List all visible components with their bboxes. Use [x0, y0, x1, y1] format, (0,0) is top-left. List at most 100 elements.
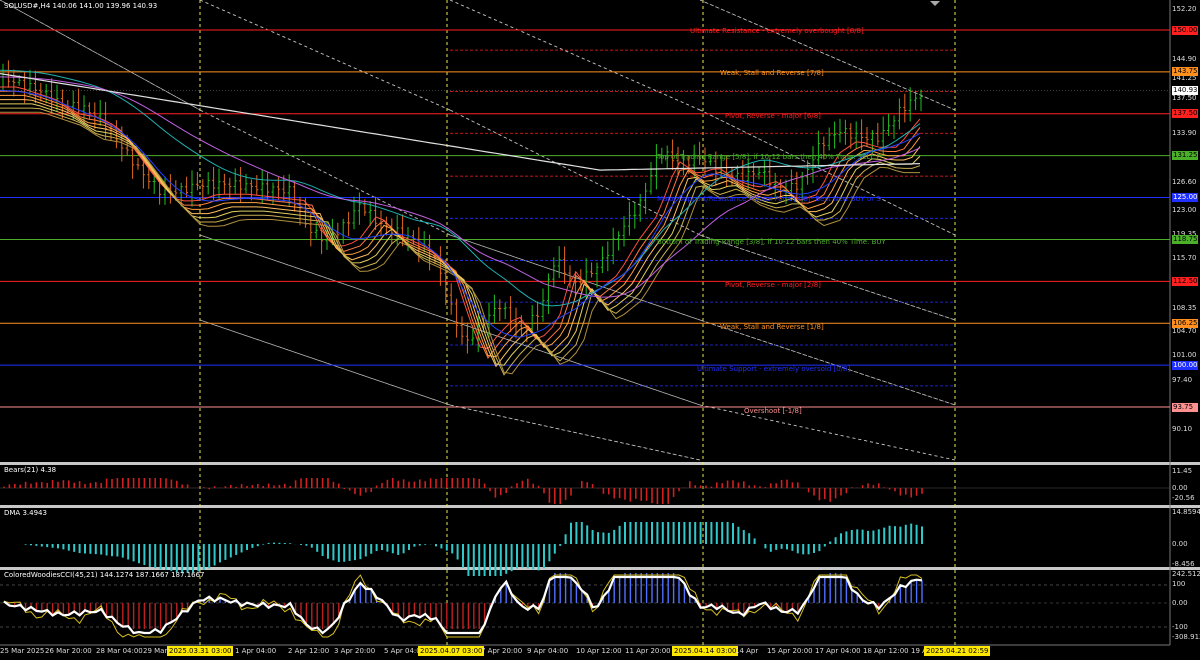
- candle: [843, 119, 847, 145]
- cci-axis-label: -308.913: [1172, 633, 1200, 641]
- murrey-level-label: Pivot, Reverse - major [2/8]: [725, 281, 821, 289]
- candle: [546, 273, 550, 315]
- price-level-tag: 140.93: [1172, 86, 1198, 96]
- candle: [93, 102, 97, 129]
- candle: [622, 216, 626, 247]
- murrey-grid-line: [449, 0, 701, 111]
- candle: [530, 305, 534, 334]
- pane-separator[interactable]: [0, 462, 1200, 465]
- murrey-level-label: Pivot, Reverse - major [6/8]: [725, 112, 821, 120]
- candle: [114, 120, 118, 149]
- murrey-level-label: Major Support/Resistance Pivotal Point […: [657, 195, 881, 203]
- ma-ribbon-line: [0, 94, 921, 358]
- candle: [876, 122, 880, 146]
- candle: [465, 322, 469, 354]
- price-level-tag: 93.75: [1172, 402, 1198, 412]
- time-tick-label: 11 Apr 20:00: [625, 647, 671, 655]
- candle: [492, 294, 496, 324]
- murrey-level-label: Bottom of Trading Range [3/8], if 10-12 …: [657, 238, 886, 246]
- cci-axis-label: 242.5128: [1172, 570, 1200, 578]
- candle: [163, 176, 167, 205]
- cci-axis-label: 100: [1172, 580, 1186, 588]
- price-level-tag: 112.50: [1172, 276, 1198, 286]
- time-tick-label: 2025.04.07 03:00: [418, 646, 485, 656]
- candle: [644, 182, 648, 215]
- price-level-tag: 150.00: [1172, 25, 1198, 35]
- murrey-grid-line: [699, 404, 956, 461]
- time-tick-label: 3 Apr 20:00: [334, 647, 376, 655]
- time-tick-label: 25 Mar 2025: [0, 647, 45, 655]
- candle: [195, 171, 199, 191]
- time-tick-label: 18 Apr 12:00: [863, 647, 909, 655]
- murrey-grid-line: [699, 404, 956, 461]
- candle: [552, 257, 556, 288]
- pane-separator[interactable]: [0, 505, 1200, 508]
- candle: [595, 262, 599, 288]
- candle: [919, 89, 923, 112]
- chart-header: SOLUSD#,H4 140.06 141.00 139.96 140.93: [4, 2, 158, 10]
- candle: [563, 246, 567, 284]
- ma-blue-line: [0, 89, 921, 338]
- candle: [23, 71, 27, 104]
- chart-shift-marker[interactable]: [930, 1, 940, 6]
- candle: [887, 113, 891, 137]
- candle: [460, 316, 464, 345]
- candle: [892, 115, 896, 140]
- candle: [390, 218, 394, 244]
- murrey-grid-line: [199, 0, 451, 111]
- candle: [600, 246, 604, 274]
- ma-ribbon-line: [0, 86, 921, 349]
- murrey-grid-line: [199, 0, 451, 111]
- time-tick-label: 9 Apr 04:00: [527, 647, 569, 655]
- candle: [222, 173, 226, 195]
- candle: [509, 296, 513, 332]
- candle: [374, 196, 378, 230]
- price-level-tag: 100.00: [1172, 360, 1198, 370]
- price-level-tag: 131.25: [1172, 151, 1198, 161]
- price-level-tag: 143.75: [1172, 67, 1198, 77]
- candle: [44, 84, 48, 104]
- cci-indicator-label: ColoredWoodiesCCI(45,21) 144.1274 187.16…: [4, 571, 205, 579]
- candle: [833, 121, 837, 149]
- murrey-grid-line: [449, 0, 701, 111]
- murrey-level-label: Weak, Stall and Reverse [7/8]: [720, 69, 824, 77]
- pane-separator[interactable]: [0, 567, 1200, 570]
- candle: [260, 169, 264, 204]
- candle: [762, 159, 766, 187]
- cci-axis-label: 0.00: [1172, 599, 1188, 607]
- ma-ribbon-line: [0, 90, 921, 359]
- price-tick-label: 101.00: [1172, 351, 1197, 359]
- price-tick-label: 108.35: [1172, 304, 1197, 312]
- candle: [6, 60, 10, 88]
- candle: [903, 93, 907, 123]
- time-tick-label: 28 Mar 04:00: [96, 647, 143, 655]
- time-tick-label: 17 Apr 04:00: [815, 647, 861, 655]
- price-tick-label: 104.70: [1172, 327, 1197, 335]
- candle: [498, 299, 502, 322]
- bears-axis-label: 0.00: [1172, 484, 1188, 492]
- dma-axis-label: 14.8594: [1172, 508, 1200, 516]
- price-level-tag: 137.50: [1172, 109, 1198, 119]
- candle: [55, 84, 59, 111]
- bears-axis-label: -20.56: [1172, 494, 1195, 502]
- candle: [201, 179, 205, 200]
- price-tick-label: 115.70: [1172, 254, 1197, 262]
- dma-axis-label: 0.00: [1172, 540, 1188, 548]
- price-chart[interactable]: [0, 0, 1200, 660]
- candle: [39, 82, 43, 102]
- candle: [449, 283, 453, 315]
- murrey-level-label: Top of Trading Range [5/8], if 10-12 bar…: [657, 153, 881, 161]
- bears-axis-label: 11.45: [1172, 467, 1193, 475]
- price-level-tag: 125.00: [1172, 193, 1198, 203]
- candle: [87, 102, 91, 120]
- candle: [860, 119, 864, 151]
- time-tick-label: 2025.03.31 03:00: [167, 646, 234, 656]
- candle: [228, 177, 232, 200]
- candle: [908, 87, 912, 122]
- time-tick-label: 26 Mar 20:00: [45, 647, 92, 655]
- candle: [136, 157, 140, 170]
- trading-terminal: SOLUSD#,H4 140.06 141.00 139.96 140.93 B…: [0, 0, 1200, 660]
- candle: [806, 160, 810, 185]
- dma-indicator-label: DMA 3.4943: [4, 509, 47, 517]
- candle: [606, 241, 610, 272]
